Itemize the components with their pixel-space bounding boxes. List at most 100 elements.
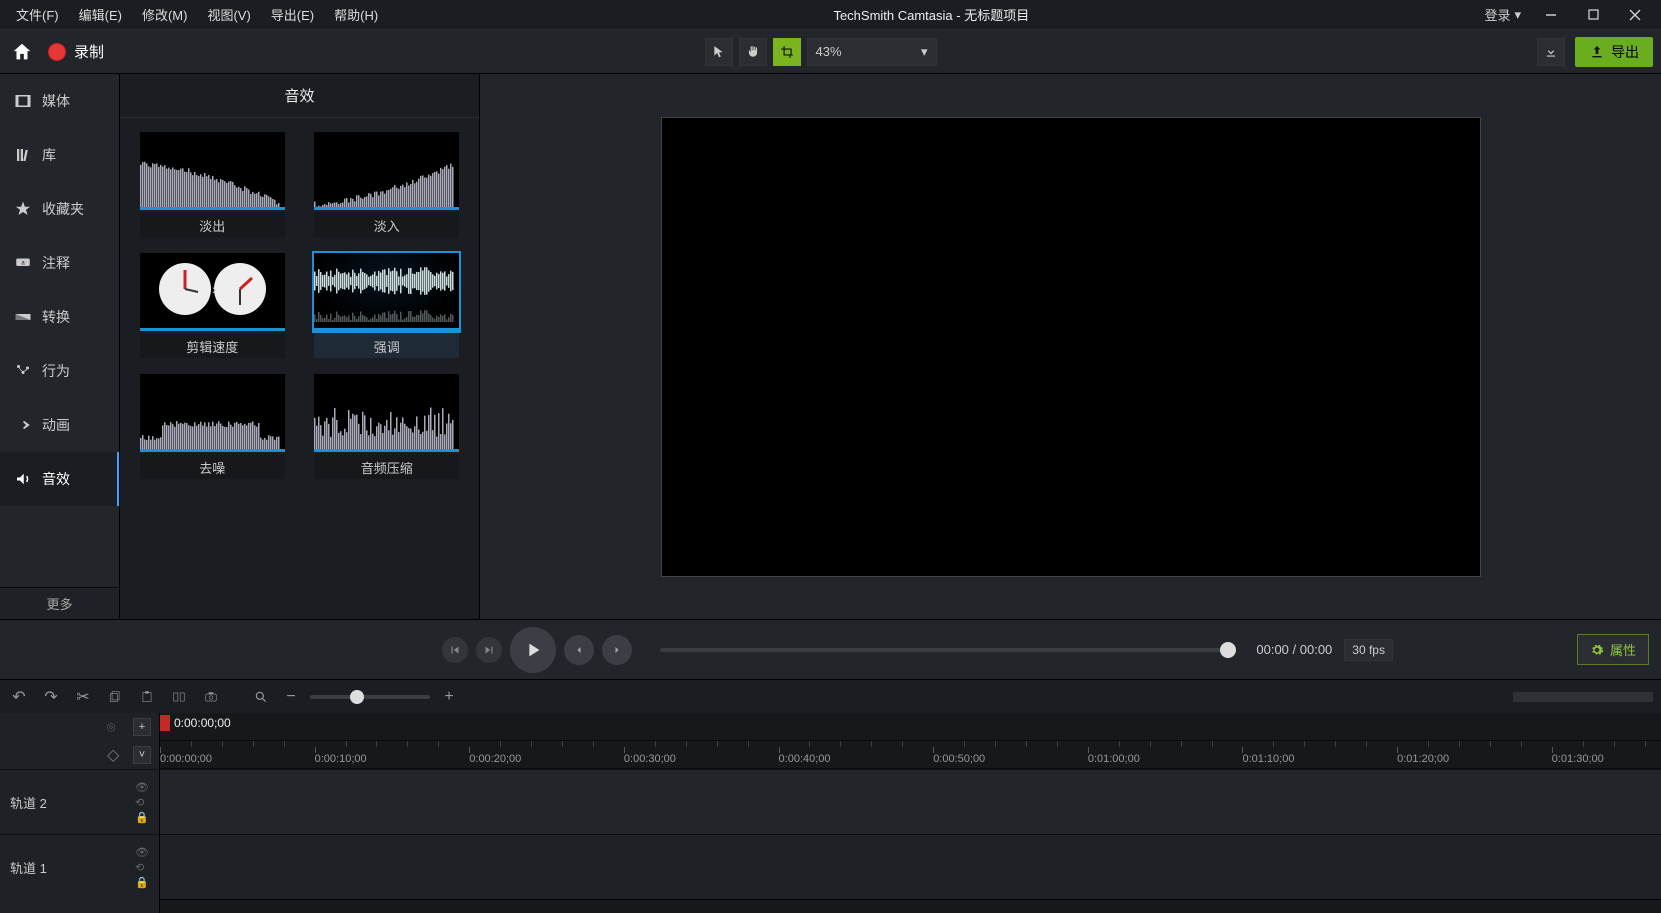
media-icon [14,92,32,110]
sidebar-item-label: 库 [42,145,56,165]
fps-badge: 30 fps [1344,639,1393,661]
playback-progress[interactable] [660,648,1228,652]
home-button[interactable] [8,38,36,66]
link-icon[interactable]: ⟲ [135,796,149,809]
sidebar-item-label: 转换 [42,307,70,327]
pointer-tool-button[interactable] [705,38,733,66]
sidebar-item-library[interactable]: 库 [0,128,119,182]
menu-file[interactable]: 文件(F) [6,1,69,28]
preview-canvas[interactable] [661,117,1481,577]
playhead[interactable]: 0:00:00;00 [160,715,231,731]
menu-view[interactable]: 视图(V) [197,1,260,28]
sidebar-item-transition[interactable]: 转换 [0,290,119,344]
timeline-ruler[interactable]: 0:00:00;000:00:10;000:00:20;000:00:30;00… [160,741,1661,769]
window-minimize-button[interactable] [1531,1,1571,29]
behavior-icon [14,362,32,380]
cut-button[interactable]: ✂ [72,686,94,708]
asset-compress[interactable]: 音频压缩 [309,374,466,479]
window-maximize-button[interactable] [1573,1,1613,29]
ruler-tick: 0:00:40;00 [779,753,831,765]
playhead-marker-icon [160,715,170,731]
sidebar-item-audiofx[interactable]: 音效 [0,452,119,506]
progress-knob[interactable] [1220,642,1236,658]
sidebar-item-annotation[interactable]: a注释 [0,236,119,290]
transition-icon [14,308,32,326]
sidebar-item-favorite[interactable]: 收藏夹 [0,182,119,236]
next-frame-button[interactable] [476,637,502,663]
sidebar-more[interactable]: 更多 [0,587,119,619]
paste-button[interactable] [136,686,158,708]
asset-fadeout[interactable]: 淡出 [134,132,291,237]
zoom-slider-knob[interactable] [350,690,364,704]
menu-help[interactable]: 帮助(H) [324,1,388,28]
track-lane-1[interactable] [160,834,1661,899]
link-icon[interactable]: ⟲ [135,861,149,874]
export-label: 导出 [1611,42,1639,62]
asset-label: 淡出 [140,212,285,237]
crop-tool-button[interactable] [773,38,801,66]
asset-thumb [314,132,459,210]
zoom-out-button[interactable]: − [280,686,302,708]
sidebar-item-behavior[interactable]: 行为 [0,344,119,398]
play-button[interactable] [510,627,556,673]
record-icon [48,43,66,61]
sidebar-item-label: 行为 [42,361,70,381]
redo-button[interactable]: ↷ [40,686,62,708]
asset-label: 音频压缩 [314,454,459,479]
playhead-row[interactable]: 0:00:00;00 [160,713,1661,741]
marker-icon[interactable]: ◇ [107,745,127,765]
asset-fadein[interactable]: 淡入 [309,132,466,237]
prev-marker-button[interactable] [564,635,594,665]
download-button[interactable] [1537,38,1565,66]
zoom-value: 43% [816,44,842,59]
sidebar-item-label: 媒体 [42,91,70,111]
sidebar-item-animation[interactable]: 动画 [0,398,119,452]
menu-export[interactable]: 导出(E) [261,1,324,28]
screenshot-button[interactable] [200,686,222,708]
next-marker-button[interactable] [602,635,632,665]
zoom-icon [250,686,272,708]
canvas-zoom-select[interactable]: 43% ▾ [807,38,937,66]
time-display: 00:00 / 00:00 [1256,642,1332,657]
ruler-tick: 0:00:20;00 [469,753,521,765]
export-button[interactable]: 导出 [1575,37,1653,67]
record-button[interactable]: 录制 [48,41,104,62]
eye-icon[interactable]: 👁 [135,781,149,794]
menu-edit[interactable]: 编辑(E) [69,1,132,28]
eye-icon[interactable]: 👁 [135,846,149,859]
zoom-in-button[interactable]: + [438,686,460,708]
menubar: 文件(F) 编辑(E) 修改(M) 视图(V) 导出(E) 帮助(H) Tech… [0,0,1661,30]
annotation-icon: a [14,254,32,272]
asset-clipspeed[interactable]: ›剪辑速度 [134,253,291,358]
window-close-button[interactable] [1615,1,1655,29]
asset-thumb [140,132,285,210]
lock-icon[interactable]: 🔒 [135,876,149,889]
timeline-hscroll[interactable] [160,899,1661,913]
track-lane-2[interactable] [160,769,1661,834]
assets-title: 音效 [120,74,479,118]
audiofx-icon [14,470,32,488]
track-header-1[interactable]: 轨道 1👁⟲🔒 [0,834,159,899]
record-label: 录制 [74,41,104,62]
asset-label: 淡入 [314,212,459,237]
top-toolbar: 录制 43% ▾ 导出 [0,30,1661,74]
track-header-2[interactable]: 轨道 2👁⟲🔒 [0,769,159,834]
timeline-zoom-slider[interactable] [310,695,430,699]
asset-emphasis[interactable]: 强调 [309,253,466,358]
sidebar-item-media[interactable]: 媒体 [0,74,119,128]
prev-frame-button[interactable] [442,637,468,663]
login-label: 登录 [1484,5,1510,24]
copy-button[interactable] [104,686,126,708]
share-icon [1589,44,1605,60]
login-button[interactable]: 登录 ▾ [1474,5,1531,24]
pan-tool-button[interactable] [739,38,767,66]
add-track-button[interactable]: + [133,718,151,736]
properties-button[interactable]: 属性 [1577,634,1649,665]
split-button[interactable] [168,686,190,708]
asset-denoise[interactable]: 去噪 [134,374,291,479]
lock-icon[interactable]: 🔒 [135,811,149,824]
magnet-icon[interactable]: ⌾ [107,719,127,736]
menu-modify[interactable]: 修改(M) [132,1,198,28]
undo-button[interactable]: ↶ [8,686,30,708]
collapse-tracks-button[interactable]: ˅ [133,746,151,764]
